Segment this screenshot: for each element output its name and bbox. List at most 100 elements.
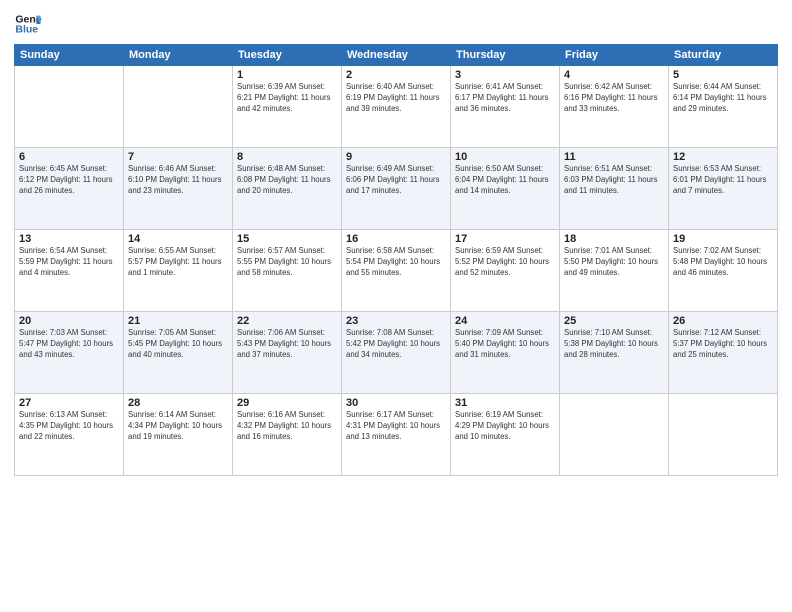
weekday-header: Friday — [560, 45, 669, 66]
day-info: Sunrise: 7:05 AM Sunset: 5:45 PM Dayligh… — [128, 328, 228, 361]
calendar-cell — [560, 394, 669, 476]
day-info: Sunrise: 6:57 AM Sunset: 5:55 PM Dayligh… — [237, 246, 337, 279]
calendar-cell: 23Sunrise: 7:08 AM Sunset: 5:42 PM Dayli… — [342, 312, 451, 394]
day-info: Sunrise: 7:01 AM Sunset: 5:50 PM Dayligh… — [564, 246, 664, 279]
calendar-cell: 14Sunrise: 6:55 AM Sunset: 5:57 PM Dayli… — [124, 230, 233, 312]
day-info: Sunrise: 6:55 AM Sunset: 5:57 PM Dayligh… — [128, 246, 228, 279]
day-number: 14 — [128, 233, 228, 245]
calendar-cell: 31Sunrise: 6:19 AM Sunset: 4:29 PM Dayli… — [451, 394, 560, 476]
logo: General Blue — [14, 10, 42, 38]
day-number: 31 — [455, 397, 555, 409]
day-number: 17 — [455, 233, 555, 245]
calendar-week-row: 13Sunrise: 6:54 AM Sunset: 5:59 PM Dayli… — [15, 230, 778, 312]
day-info: Sunrise: 6:39 AM Sunset: 6:21 PM Dayligh… — [237, 82, 337, 115]
day-info: Sunrise: 6:13 AM Sunset: 4:35 PM Dayligh… — [19, 410, 119, 443]
day-info: Sunrise: 7:08 AM Sunset: 5:42 PM Dayligh… — [346, 328, 446, 361]
day-info: Sunrise: 7:03 AM Sunset: 5:47 PM Dayligh… — [19, 328, 119, 361]
calendar-cell: 18Sunrise: 7:01 AM Sunset: 5:50 PM Dayli… — [560, 230, 669, 312]
logo-icon: General Blue — [14, 10, 42, 38]
day-number: 8 — [237, 151, 337, 163]
calendar-cell: 10Sunrise: 6:50 AM Sunset: 6:04 PM Dayli… — [451, 148, 560, 230]
day-info: Sunrise: 7:10 AM Sunset: 5:38 PM Dayligh… — [564, 328, 664, 361]
day-info: Sunrise: 6:58 AM Sunset: 5:54 PM Dayligh… — [346, 246, 446, 279]
calendar-cell: 4Sunrise: 6:42 AM Sunset: 6:16 PM Daylig… — [560, 66, 669, 148]
calendar-cell: 22Sunrise: 7:06 AM Sunset: 5:43 PM Dayli… — [233, 312, 342, 394]
day-info: Sunrise: 6:48 AM Sunset: 6:08 PM Dayligh… — [237, 164, 337, 197]
day-info: Sunrise: 6:42 AM Sunset: 6:16 PM Dayligh… — [564, 82, 664, 115]
day-info: Sunrise: 6:46 AM Sunset: 6:10 PM Dayligh… — [128, 164, 228, 197]
calendar-cell: 1Sunrise: 6:39 AM Sunset: 6:21 PM Daylig… — [233, 66, 342, 148]
calendar-cell: 15Sunrise: 6:57 AM Sunset: 5:55 PM Dayli… — [233, 230, 342, 312]
day-info: Sunrise: 6:54 AM Sunset: 5:59 PM Dayligh… — [19, 246, 119, 279]
day-info: Sunrise: 6:53 AM Sunset: 6:01 PM Dayligh… — [673, 164, 773, 197]
calendar-cell: 11Sunrise: 6:51 AM Sunset: 6:03 PM Dayli… — [560, 148, 669, 230]
svg-text:Blue: Blue — [15, 23, 38, 35]
calendar-cell — [15, 66, 124, 148]
calendar-cell: 28Sunrise: 6:14 AM Sunset: 4:34 PM Dayli… — [124, 394, 233, 476]
day-number: 13 — [19, 233, 119, 245]
calendar-cell: 8Sunrise: 6:48 AM Sunset: 6:08 PM Daylig… — [233, 148, 342, 230]
calendar-week-row: 20Sunrise: 7:03 AM Sunset: 5:47 PM Dayli… — [15, 312, 778, 394]
header: General Blue — [14, 10, 778, 38]
calendar-cell: 26Sunrise: 7:12 AM Sunset: 5:37 PM Dayli… — [669, 312, 778, 394]
day-number: 3 — [455, 69, 555, 81]
day-info: Sunrise: 6:41 AM Sunset: 6:17 PM Dayligh… — [455, 82, 555, 115]
calendar-cell: 7Sunrise: 6:46 AM Sunset: 6:10 PM Daylig… — [124, 148, 233, 230]
day-number: 23 — [346, 315, 446, 327]
day-number: 6 — [19, 151, 119, 163]
day-number: 15 — [237, 233, 337, 245]
calendar-cell: 16Sunrise: 6:58 AM Sunset: 5:54 PM Dayli… — [342, 230, 451, 312]
calendar-cell: 25Sunrise: 7:10 AM Sunset: 5:38 PM Dayli… — [560, 312, 669, 394]
day-number: 2 — [346, 69, 446, 81]
calendar-cell: 9Sunrise: 6:49 AM Sunset: 6:06 PM Daylig… — [342, 148, 451, 230]
day-info: Sunrise: 6:40 AM Sunset: 6:19 PM Dayligh… — [346, 82, 446, 115]
day-number: 12 — [673, 151, 773, 163]
calendar-week-row: 6Sunrise: 6:45 AM Sunset: 6:12 PM Daylig… — [15, 148, 778, 230]
day-number: 22 — [237, 315, 337, 327]
day-number: 28 — [128, 397, 228, 409]
day-number: 21 — [128, 315, 228, 327]
day-info: Sunrise: 6:17 AM Sunset: 4:31 PM Dayligh… — [346, 410, 446, 443]
calendar-cell: 3Sunrise: 6:41 AM Sunset: 6:17 PM Daylig… — [451, 66, 560, 148]
day-number: 10 — [455, 151, 555, 163]
day-number: 25 — [564, 315, 664, 327]
weekday-header: Sunday — [15, 45, 124, 66]
day-number: 1 — [237, 69, 337, 81]
day-number: 26 — [673, 315, 773, 327]
calendar-cell: 20Sunrise: 7:03 AM Sunset: 5:47 PM Dayli… — [15, 312, 124, 394]
calendar-table: SundayMondayTuesdayWednesdayThursdayFrid… — [14, 44, 778, 476]
day-info: Sunrise: 7:02 AM Sunset: 5:48 PM Dayligh… — [673, 246, 773, 279]
day-info: Sunrise: 6:16 AM Sunset: 4:32 PM Dayligh… — [237, 410, 337, 443]
calendar-cell: 17Sunrise: 6:59 AM Sunset: 5:52 PM Dayli… — [451, 230, 560, 312]
calendar-cell: 27Sunrise: 6:13 AM Sunset: 4:35 PM Dayli… — [15, 394, 124, 476]
day-number: 30 — [346, 397, 446, 409]
day-number: 20 — [19, 315, 119, 327]
day-info: Sunrise: 6:19 AM Sunset: 4:29 PM Dayligh… — [455, 410, 555, 443]
calendar-cell: 29Sunrise: 6:16 AM Sunset: 4:32 PM Dayli… — [233, 394, 342, 476]
weekday-header: Saturday — [669, 45, 778, 66]
calendar-week-row: 1Sunrise: 6:39 AM Sunset: 6:21 PM Daylig… — [15, 66, 778, 148]
page: General Blue SundayMondayTuesdayWednesda… — [0, 0, 792, 612]
day-number: 5 — [673, 69, 773, 81]
weekday-header: Tuesday — [233, 45, 342, 66]
day-number: 24 — [455, 315, 555, 327]
day-info: Sunrise: 7:06 AM Sunset: 5:43 PM Dayligh… — [237, 328, 337, 361]
weekday-header: Monday — [124, 45, 233, 66]
day-number: 27 — [19, 397, 119, 409]
calendar-cell: 12Sunrise: 6:53 AM Sunset: 6:01 PM Dayli… — [669, 148, 778, 230]
calendar-cell — [124, 66, 233, 148]
weekday-header: Wednesday — [342, 45, 451, 66]
day-number: 4 — [564, 69, 664, 81]
calendar-cell: 5Sunrise: 6:44 AM Sunset: 6:14 PM Daylig… — [669, 66, 778, 148]
calendar-week-row: 27Sunrise: 6:13 AM Sunset: 4:35 PM Dayli… — [15, 394, 778, 476]
calendar-cell: 19Sunrise: 7:02 AM Sunset: 5:48 PM Dayli… — [669, 230, 778, 312]
day-info: Sunrise: 6:45 AM Sunset: 6:12 PM Dayligh… — [19, 164, 119, 197]
calendar-cell: 30Sunrise: 6:17 AM Sunset: 4:31 PM Dayli… — [342, 394, 451, 476]
weekday-header: Thursday — [451, 45, 560, 66]
calendar-cell: 13Sunrise: 6:54 AM Sunset: 5:59 PM Dayli… — [15, 230, 124, 312]
day-number: 19 — [673, 233, 773, 245]
weekday-header-row: SundayMondayTuesdayWednesdayThursdayFrid… — [15, 45, 778, 66]
calendar-cell: 6Sunrise: 6:45 AM Sunset: 6:12 PM Daylig… — [15, 148, 124, 230]
day-info: Sunrise: 6:44 AM Sunset: 6:14 PM Dayligh… — [673, 82, 773, 115]
calendar-cell — [669, 394, 778, 476]
